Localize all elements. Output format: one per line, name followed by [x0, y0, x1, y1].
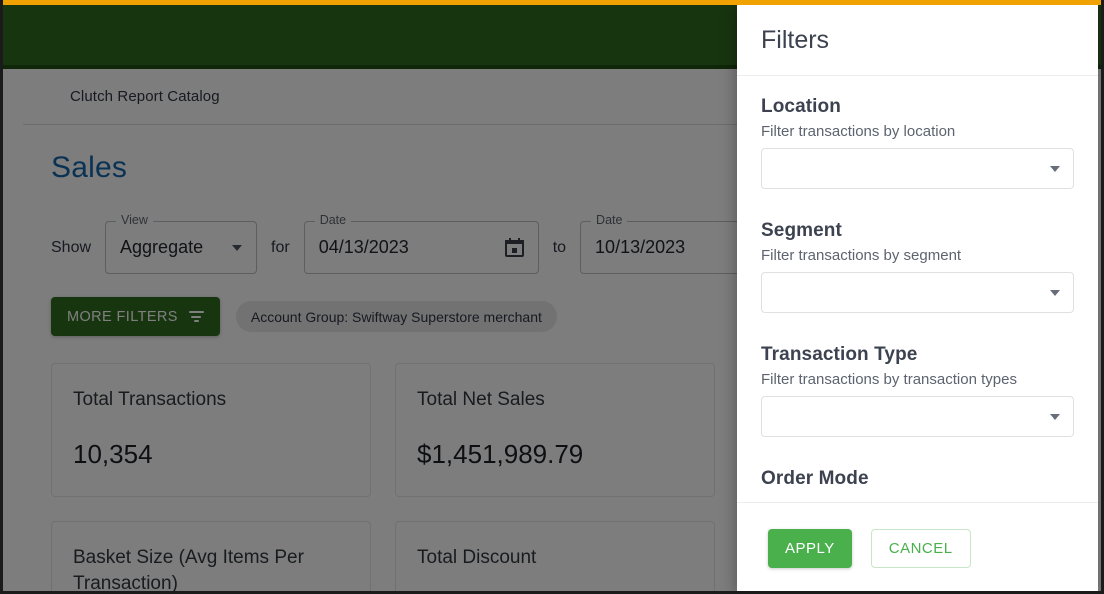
filter-group-title: Location: [761, 96, 841, 117]
account-group-chip[interactable]: Account Group: Swiftway Superstore merch…: [235, 301, 557, 332]
kpi-card-title: Total Net Sales: [417, 389, 545, 410]
breadcrumb[interactable]: Clutch Report Catalog: [70, 88, 220, 105]
more-filters-button[interactable]: MORE FILTERS: [51, 297, 220, 336]
segment-select[interactable]: [761, 272, 1074, 313]
to-label: to: [552, 238, 567, 256]
filters-panel-footer: APPLY CANCEL: [737, 502, 1098, 591]
report-controls: Show View Aggregate for Date 04/13/2023 …: [51, 214, 816, 274]
filter-group-title: Order Mode: [761, 468, 869, 489]
chevron-down-icon: [1050, 413, 1060, 420]
view-select-legend: View: [116, 214, 153, 227]
page-title: Sales: [51, 151, 128, 184]
filter-group-title: Transaction Type: [761, 344, 918, 365]
filter-group-segment: Segment Filter transactions by segment: [761, 220, 1074, 313]
kpi-card: Basket Size (Avg Items Per Transaction): [51, 520, 371, 594]
date-to-value: 10/13/2023: [595, 237, 686, 257]
date-from-value: 04/13/2023: [318, 237, 409, 257]
filter-icon: [188, 311, 204, 322]
filters-panel-title: Filters: [761, 25, 830, 54]
date-from-legend: Date: [314, 214, 352, 227]
chevron-down-icon: [232, 244, 243, 251]
kpi-card-value: 10,354: [73, 438, 153, 469]
kpi-card-title: Total Discount: [417, 546, 537, 568]
transaction-type-select[interactable]: [761, 396, 1074, 437]
apply-button[interactable]: APPLY: [768, 529, 852, 568]
chevron-down-icon: [1050, 289, 1060, 296]
location-select[interactable]: [761, 148, 1074, 189]
show-label: Show: [51, 238, 92, 256]
for-label: for: [271, 238, 290, 256]
kpi-card-title: Total Transactions: [73, 389, 227, 410]
filter-group-location: Location Filter transactions by location: [761, 96, 1074, 189]
filter-group-subtitle: Filter transactions by location: [761, 123, 956, 140]
chevron-down-icon: [1050, 165, 1060, 172]
calendar-icon[interactable]: [504, 238, 524, 257]
filter-row: MORE FILTERS Account Group: Swiftway Sup…: [51, 297, 557, 336]
top-accent-bar: [3, 0, 1101, 5]
kpi-card: Total Transactions 10,354: [51, 363, 371, 497]
filters-panel: Filters Location Filter transactions by …: [737, 5, 1098, 591]
kpi-card-value: $1,451,989.79: [417, 438, 584, 469]
filters-panel-body: Location Filter transactions by location…: [737, 76, 1098, 502]
filter-group-order-mode: Order Mode: [761, 468, 1074, 490]
view-select[interactable]: View Aggregate: [105, 214, 258, 274]
date-to-legend: Date: [591, 214, 628, 227]
filter-group-subtitle: Filter transactions by segment: [761, 247, 962, 264]
screenshot-frame: Clutch Report Catalog Sales Home Show Vi…: [0, 0, 1104, 594]
more-filters-label: MORE FILTERS: [67, 308, 178, 325]
date-from-field[interactable]: Date 04/13/2023: [303, 214, 539, 274]
filter-group-transaction-type: Transaction Type Filter transactions by …: [761, 344, 1074, 437]
filter-group-title: Segment: [761, 220, 842, 241]
view-select-value: Aggregate: [120, 237, 204, 257]
kpi-card: Total Discount $41,272.20: [395, 520, 715, 591]
filter-group-subtitle: Filter transactions by transaction types: [761, 371, 1017, 388]
kpi-card-title: Basket Size (Avg Items Per Transaction): [73, 546, 304, 594]
kpi-card: Total Net Sales $1,451,989.79: [395, 363, 715, 497]
filters-panel-header: Filters: [737, 5, 1098, 76]
cancel-button[interactable]: CANCEL: [870, 529, 971, 568]
